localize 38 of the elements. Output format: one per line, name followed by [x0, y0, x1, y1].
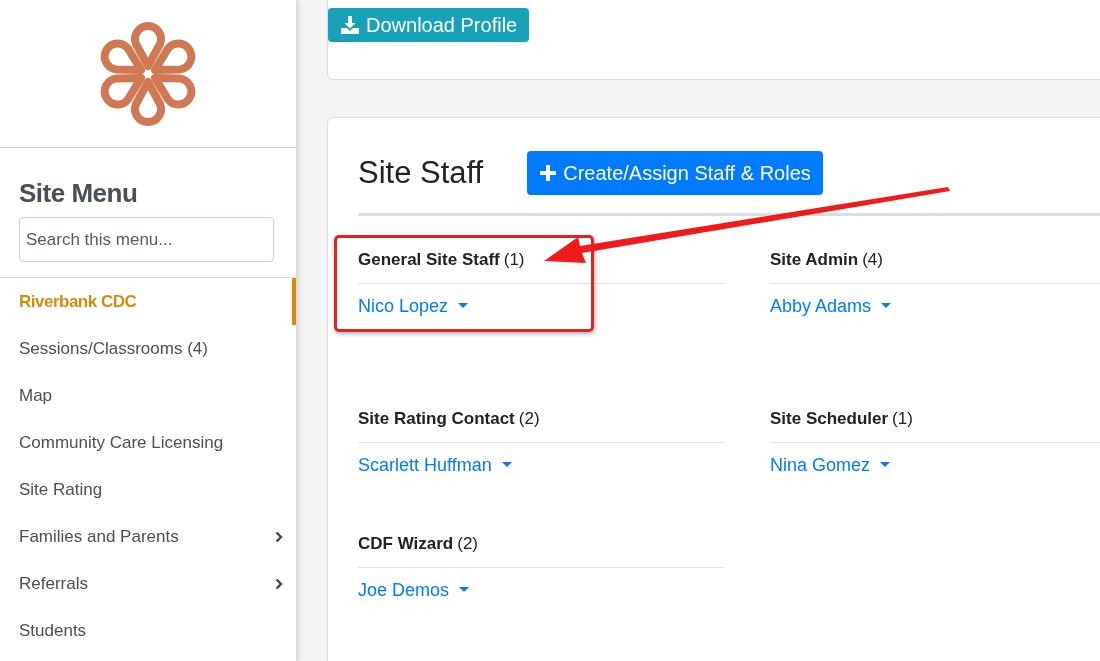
- menu-title: Site Menu: [19, 178, 139, 209]
- role-count: (2): [518, 408, 540, 429]
- role-title: Site Admin: [770, 249, 859, 270]
- role-title: CDF Wizard: [358, 533, 454, 554]
- caret-icon: [459, 587, 470, 593]
- sidebar-item[interactable]: Referrals: [0, 560, 296, 607]
- staff-dropdown[interactable]: Scarlett Huffman: [358, 443, 512, 487]
- chevron-right-icon: [275, 577, 283, 590]
- caret-icon: [880, 462, 891, 468]
- sidebar-item[interactable]: Site Rating: [0, 466, 296, 513]
- section-title: Site Staff: [358, 155, 484, 191]
- staff-dropdown[interactable]: Joe Demos: [358, 568, 470, 612]
- staff-dropdown[interactable]: Abby Adams: [770, 284, 892, 328]
- staff-dropdown[interactable]: Nico Lopez: [358, 284, 469, 328]
- chevron-right-icon: [275, 530, 283, 543]
- create-button[interactable]: Create/Assign Staff & Roles: [527, 151, 823, 195]
- role-count: (1): [503, 249, 525, 270]
- sidebar-item[interactable]: Map: [0, 372, 296, 419]
- sidebar-item[interactable]: Community Care Licensing: [0, 419, 296, 466]
- download-button[interactable]: Download Profile: [328, 8, 530, 42]
- flower-logo-icon: [100, 21, 196, 126]
- role-title: Site Rating Contact: [358, 408, 515, 429]
- download-icon: [340, 15, 360, 35]
- caret-icon: [458, 303, 469, 309]
- sidebar-item[interactable]: Students: [0, 607, 296, 654]
- sidebar-item[interactable]: Sessions/Classrooms (4): [0, 325, 296, 372]
- role-count: (1): [892, 408, 913, 429]
- role-title: General Site Staff: [358, 249, 500, 270]
- staff-dropdown[interactable]: Nina Gomez: [770, 443, 891, 487]
- role-title: Site Scheduler: [770, 408, 889, 429]
- plus-icon: [539, 164, 558, 182]
- sidebar-item[interactable]: Riverbank CDC: [0, 278, 296, 325]
- search-field[interactable]: Search this menu...: [19, 217, 274, 262]
- sidebar-item[interactable]: Families and Parents: [0, 513, 296, 560]
- role-count: (4): [862, 249, 883, 270]
- caret-icon: [881, 303, 892, 309]
- role-count: (2): [457, 533, 479, 554]
- caret-icon: [501, 462, 512, 468]
